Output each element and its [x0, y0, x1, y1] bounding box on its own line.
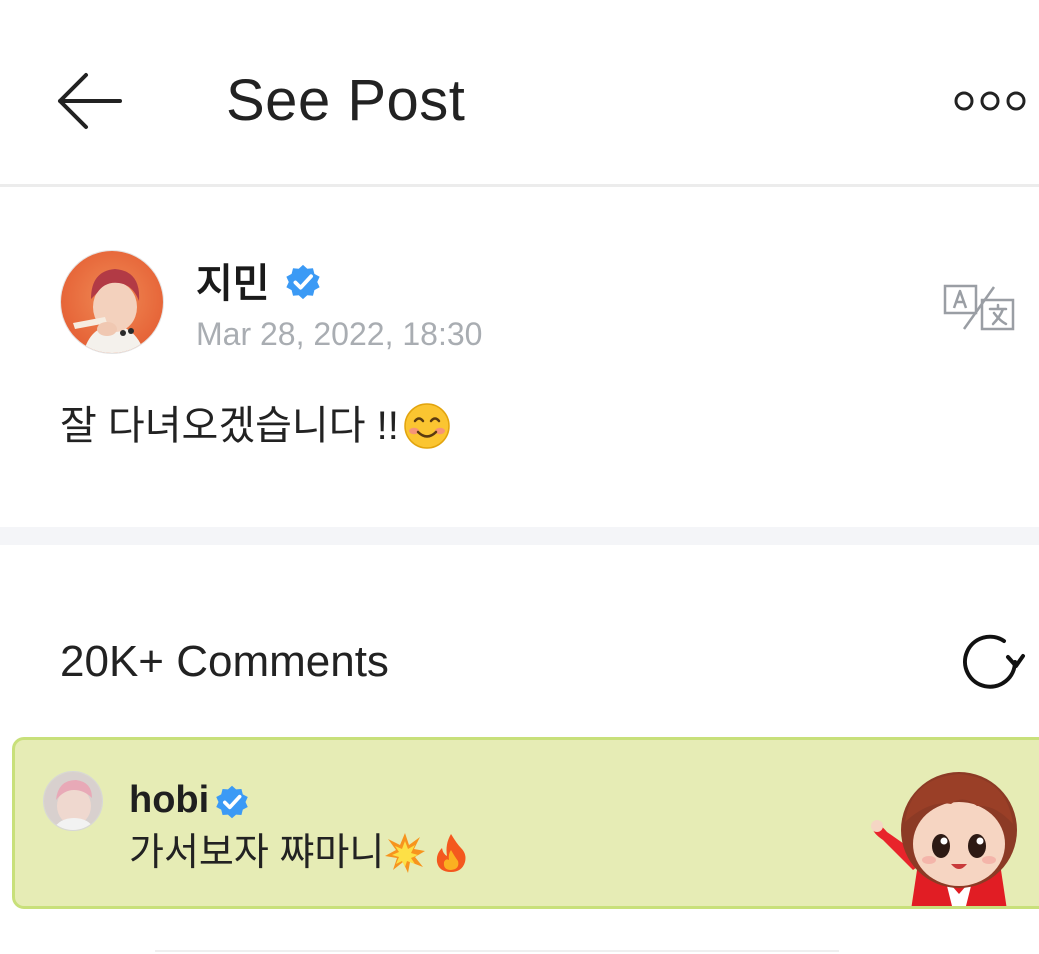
verified-badge-icon: [286, 264, 320, 300]
post-timestamp: Mar 28, 2022, 18:30: [196, 316, 483, 352]
verified-badge-icon: [216, 785, 248, 819]
section-separator: [0, 527, 1039, 545]
refresh-icon: [963, 634, 1025, 689]
refresh-comments-button[interactable]: [960, 632, 1026, 692]
translate-button[interactable]: [942, 283, 1016, 333]
post-author-name[interactable]: 지민: [196, 261, 270, 307]
post-card: 지민 Mar 28, 2022, 18:30 잘 다녀오겠습니다 !!: [0, 187, 1039, 527]
top-app-bar: See Post: [0, 0, 1039, 184]
arrow-left-icon: [58, 73, 122, 129]
smiling-face-icon: [404, 403, 450, 449]
character-sticker: [871, 772, 1017, 906]
comments-count: 20K+ Comments: [60, 637, 389, 686]
commenter-name[interactable]: hobi: [129, 778, 209, 822]
translate-icon: [943, 284, 1015, 331]
fire-icon: [437, 834, 466, 872]
page-title: See Post: [226, 68, 466, 133]
more-dots-icon: [954, 91, 1026, 111]
post-content: 잘 다녀오겠습니다 !!: [60, 402, 451, 450]
comment-item[interactable]: hobi 가서보자 쨔마니: [12, 737, 1039, 909]
back-button[interactable]: [52, 66, 128, 136]
author-avatar[interactable]: [60, 250, 164, 354]
more-options-button[interactable]: [952, 86, 1028, 116]
comment-text: 가서보자 쨔마니: [129, 832, 385, 874]
comment-content: 가서보자 쨔마니: [129, 830, 472, 876]
post-text: 잘 다녀오겠습니다 !!: [60, 404, 399, 448]
commenter-avatar[interactable]: [43, 771, 103, 831]
collision-icon: [385, 833, 426, 873]
list-divider: [155, 950, 839, 952]
